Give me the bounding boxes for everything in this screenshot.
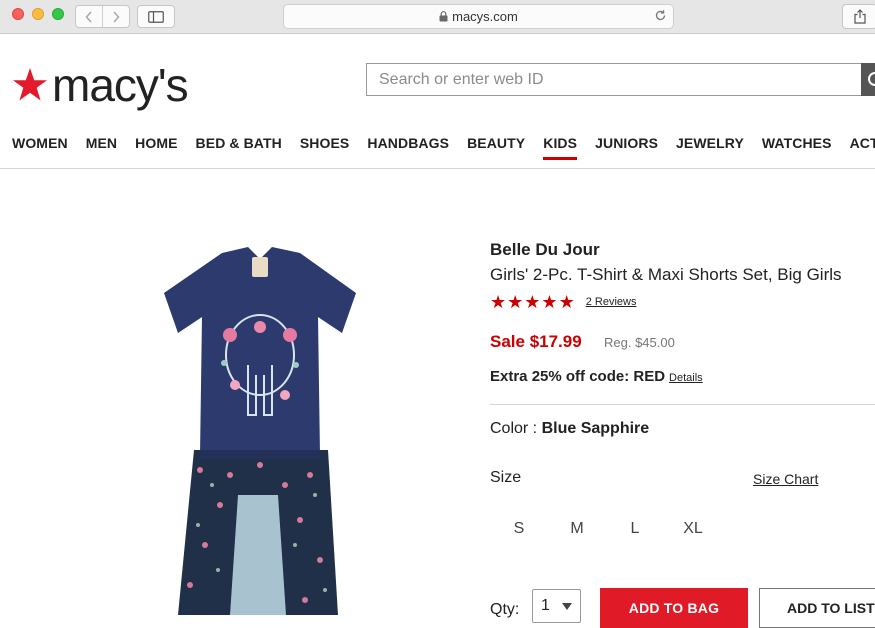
share-button[interactable] xyxy=(842,4,875,29)
nav-divider xyxy=(0,168,875,169)
logo-wordmark: macy's xyxy=(52,59,189,111)
zoom-window-button[interactable] xyxy=(52,8,64,20)
product-image[interactable] xyxy=(160,245,360,615)
star-icon: ★ xyxy=(558,292,575,312)
nav-kids[interactable]: KIDS xyxy=(543,135,577,160)
history-nav xyxy=(75,5,130,28)
search-input[interactable] xyxy=(377,69,851,90)
size-option-m[interactable]: M xyxy=(548,509,606,549)
nav-activewear[interactable]: ACTI xyxy=(850,135,875,151)
promo-offer: Extra 25% off code: RED Details xyxy=(490,368,703,385)
category-nav: WOMEN MEN HOME BED & BATH SHOES HANDBAGS… xyxy=(12,135,875,160)
search-icon xyxy=(868,71,875,86)
size-option-l[interactable]: L xyxy=(606,509,664,549)
chevron-down-icon xyxy=(562,603,572,610)
chevron-left-icon xyxy=(85,10,92,23)
product-brand[interactable]: Belle Du Jour xyxy=(490,240,600,260)
lock-icon xyxy=(439,11,448,22)
color-value: Blue Sapphire xyxy=(541,420,650,437)
promo-text: Extra 25% off code: RED xyxy=(490,368,666,385)
macys-logo[interactable]: macy's xyxy=(12,59,189,111)
star-icon: ★ xyxy=(541,292,558,312)
nav-men[interactable]: MEN xyxy=(86,135,117,151)
back-button[interactable] xyxy=(76,6,102,27)
star-icon: ★ xyxy=(490,292,507,312)
color-row: Color : Blue Sapphire xyxy=(490,420,649,438)
size-option-xl[interactable]: XL xyxy=(664,509,722,549)
promo-details-link[interactable]: Details xyxy=(669,372,703,384)
forward-button[interactable] xyxy=(102,6,129,27)
regular-price: Reg. $45.00 xyxy=(604,335,675,350)
rating-row: ★ ★ ★ ★ ★ 2 Reviews xyxy=(490,293,636,311)
size-label: Size xyxy=(490,469,522,486)
star-logo-icon xyxy=(13,68,47,101)
url-text: macys.com xyxy=(452,9,518,24)
add-to-bag-button[interactable]: ADD TO BAG xyxy=(600,588,748,628)
nav-beauty[interactable]: BEAUTY xyxy=(467,135,525,151)
close-window-button[interactable] xyxy=(12,8,24,20)
nav-handbags[interactable]: HANDBAGS xyxy=(367,135,449,151)
nav-watches[interactable]: WATCHES xyxy=(762,135,832,151)
qty-label: Qty: xyxy=(490,601,520,618)
size-chart-link[interactable]: Size Chart xyxy=(753,471,818,487)
qty-select[interactable]: 1 xyxy=(532,589,581,623)
share-icon xyxy=(853,9,866,24)
sidebar-icon xyxy=(148,10,164,23)
product-title: Girls' 2-Pc. T-Shirt & Maxi Shorts Set, … xyxy=(490,265,842,284)
add-to-list-button[interactable]: ADD TO LIST xyxy=(759,588,875,628)
nav-bed-bath[interactable]: BED & BATH xyxy=(196,135,282,151)
reload-icon[interactable] xyxy=(654,9,667,25)
star-icon: ★ xyxy=(507,292,524,312)
nav-home[interactable]: HOME xyxy=(135,135,177,151)
nav-jewelry[interactable]: JEWELRY xyxy=(676,135,744,151)
sale-price: Sale $17.99 xyxy=(490,332,582,351)
size-options: S M L XL xyxy=(490,509,722,549)
size-option-s[interactable]: S xyxy=(490,509,548,549)
sidebar-toggle-button[interactable] xyxy=(137,5,175,28)
search-box xyxy=(366,63,862,96)
info-divider xyxy=(490,404,875,405)
address-bar[interactable]: macys.com xyxy=(283,4,674,29)
star-icon: ★ xyxy=(524,292,541,312)
reviews-link[interactable]: 2 Reviews xyxy=(586,296,637,308)
nav-shoes[interactable]: SHOES xyxy=(300,135,350,151)
minimize-window-button[interactable] xyxy=(32,8,44,20)
search-button[interactable] xyxy=(861,63,875,96)
chevron-right-icon xyxy=(113,10,120,23)
browser-toolbar: macys.com xyxy=(0,0,875,34)
nav-juniors[interactable]: JUNIORS xyxy=(595,135,658,151)
color-label: Color : xyxy=(490,420,542,437)
qty-value: 1 xyxy=(541,597,550,614)
nav-women[interactable]: WOMEN xyxy=(12,135,68,151)
